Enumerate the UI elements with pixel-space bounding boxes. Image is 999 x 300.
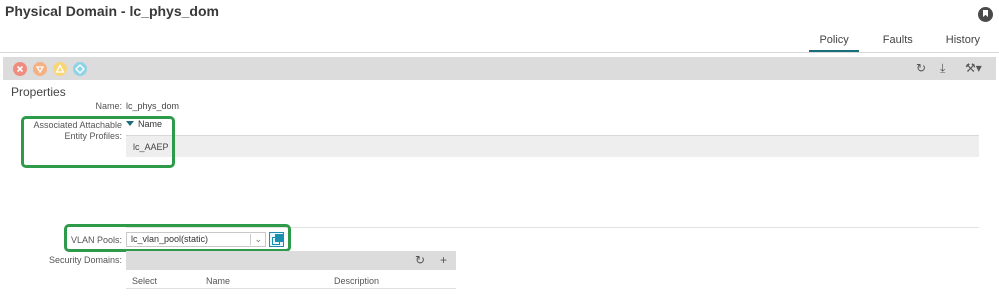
table-row[interactable]: lc_AAEP (126, 135, 979, 157)
bookmark-icon[interactable] (978, 7, 993, 22)
download-icon[interactable]: ⤓ (940, 61, 945, 75)
properties-heading: Properties (11, 85, 66, 99)
critical-fault-icon[interactable] (13, 62, 27, 76)
column-select[interactable]: Select (132, 276, 157, 286)
fault-toolbar: ↻ ⤓ ⚒▾ (3, 57, 996, 80)
vlan-highlight-box (64, 224, 291, 252)
column-description[interactable]: Description (334, 276, 379, 286)
aep-highlight-box (21, 116, 175, 168)
tab-divider (0, 52, 999, 53)
tab-faults[interactable]: Faults (873, 33, 923, 53)
warning-fault-icon[interactable] (73, 62, 87, 76)
tools-icon[interactable]: ⚒▾ (965, 61, 982, 75)
column-name[interactable]: Name (206, 276, 230, 286)
refresh-icon[interactable]: ↻ (415, 253, 425, 267)
security-domains-header: Select Name Description (126, 271, 456, 289)
major-fault-icon[interactable] (33, 62, 47, 76)
add-icon[interactable]: + (440, 253, 447, 267)
name-label: Name: (95, 101, 122, 111)
security-domains-label: Security Domains: (48, 255, 122, 265)
page-title: Physical Domain - lc_phys_dom (5, 3, 219, 19)
tab-history[interactable]: History (936, 33, 990, 53)
security-domains-toolbar: ↻ + (126, 251, 456, 270)
refresh-icon[interactable]: ↻ (916, 61, 926, 75)
minor-fault-icon[interactable] (53, 62, 67, 76)
name-value: lc_phys_dom (126, 101, 180, 111)
tab-bar: Policy Faults History (809, 33, 999, 53)
tab-policy[interactable]: Policy (809, 33, 860, 53)
